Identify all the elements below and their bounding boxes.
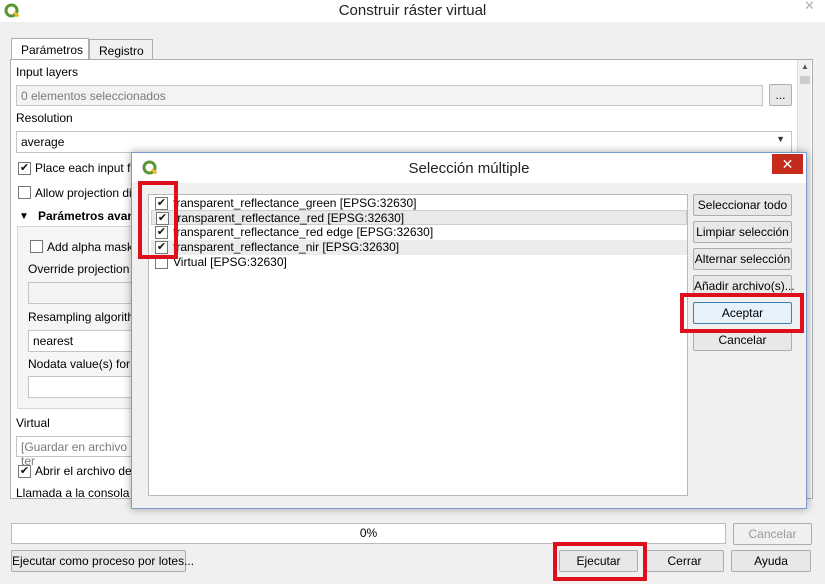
accept-highlight-box: [680, 293, 804, 333]
layer-selection-list[interactable]: ✔ transparent_reflectance_green [EPSG:32…: [148, 194, 688, 496]
list-item[interactable]: ✔ transparent_reflectance_red [EPSG:3263…: [151, 210, 687, 225]
allow-projection-checkbox[interactable]: [18, 186, 31, 199]
virtual-output-field[interactable]: [Guardar en archivo ter: [16, 436, 134, 468]
scroll-up-icon[interactable]: ▲: [798, 60, 812, 74]
open-file-checkbox[interactable]: ✔: [18, 465, 31, 478]
window-title: Construir ráster virtual: [338, 2, 487, 19]
dialog-close-icon[interactable]: ✕: [772, 154, 803, 174]
tab-parametros[interactable]: Parámetros: [11, 38, 89, 60]
tab-registro[interactable]: Registro: [89, 39, 153, 61]
place-each-label: Place each input file: [35, 161, 143, 175]
run-highlight-box: [553, 542, 647, 581]
advanced-params-header[interactable]: Parámetros avan: [38, 209, 135, 223]
input-layers-field[interactable]: 0 elementos seleccionados: [16, 85, 763, 106]
resampling-value: nearest: [33, 334, 74, 348]
item-label: transparent_reflectance_red edge [EPSG:3…: [173, 225, 434, 239]
resolution-value: average: [21, 135, 65, 149]
browse-button[interactable]: ...: [769, 84, 792, 106]
dialog-title: Selección múltiple: [408, 160, 530, 177]
help-button[interactable]: Ayuda: [731, 550, 811, 572]
cancel-button[interactable]: Cancelar: [733, 523, 812, 545]
progress-bar: 0%: [11, 523, 726, 544]
list-item[interactable]: ✔ transparent_reflectance_red edge [EPSG…: [151, 225, 687, 240]
override-projection-field[interactable]: [28, 282, 132, 304]
list-item[interactable]: ✔ transparent_reflectance_nir [EPSG:3263…: [151, 240, 687, 255]
allow-projection-label: Allow projection diff: [35, 186, 139, 200]
item-label: Virtual [EPSG:32630]: [173, 255, 287, 269]
resampling-label: Resampling algorithm: [28, 310, 145, 324]
nodata-field[interactable]: [28, 376, 132, 398]
item-label: transparent_reflectance_red [EPSG:32630]: [174, 211, 405, 225]
input-layers-label: Input layers: [16, 65, 79, 79]
item-label: transparent_reflectance_nir [EPSG:32630]: [173, 240, 400, 254]
window-close-icon[interactable]: ✕: [794, 0, 825, 14]
list-item[interactable]: Virtual [EPSG:32630]: [151, 255, 687, 270]
console-call-label: Llamada a la consola de: [16, 486, 147, 498]
collapse-triangle-icon[interactable]: ▼: [19, 211, 29, 222]
checkbox-highlight-box: [138, 181, 178, 259]
progress-text: 0%: [359, 526, 378, 540]
window-titlebar: Construir ráster virtual ✕: [0, 0, 825, 22]
scroll-thumb[interactable]: [800, 76, 810, 84]
resampling-select[interactable]: nearest: [28, 330, 132, 352]
item-label: transparent_reflectance_green [EPSG:3263…: [173, 196, 417, 210]
clear-selection-button[interactable]: Limpiar selección: [693, 221, 792, 243]
virtual-label: Virtual: [16, 416, 50, 430]
resolution-select[interactable]: average ▼: [16, 131, 792, 153]
batch-process-button[interactable]: Ejecutar como proceso por lotes...: [11, 550, 194, 572]
select-all-button[interactable]: Seleccionar todo: [693, 194, 792, 216]
override-projection-label: Override projection fo: [28, 262, 143, 276]
list-item[interactable]: ✔ transparent_reflectance_green [EPSG:32…: [151, 196, 687, 211]
multiple-selection-dialog: Selección múltiple ✕ ✔ transparent_refle…: [131, 152, 807, 509]
place-each-checkbox[interactable]: ✔: [18, 162, 31, 175]
nodata-label: Nodata value(s) for in: [28, 357, 143, 371]
add-alpha-label: Add alpha mask b: [47, 240, 144, 254]
chevron-down-icon: ▼: [776, 134, 785, 144]
resolution-label: Resolution: [16, 111, 73, 125]
open-file-label: Abrir el archivo de s: [35, 464, 142, 478]
add-alpha-checkbox[interactable]: [30, 240, 43, 253]
toggle-selection-button[interactable]: Alternar selección: [693, 248, 792, 270]
dialog-titlebar: Selección múltiple ✕: [132, 153, 806, 183]
close-button[interactable]: Cerrar: [645, 550, 724, 572]
